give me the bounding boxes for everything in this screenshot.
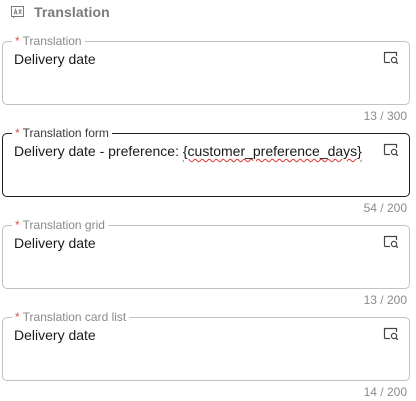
- required-mark: *: [15, 34, 20, 48]
- translation-form-value[interactable]: Delivery date - preference: {customer_pr…: [14, 143, 369, 159]
- translation-grid-value[interactable]: Delivery date: [14, 235, 369, 251]
- required-mark: *: [15, 218, 20, 232]
- translation-card-list-value[interactable]: Delivery date: [14, 327, 369, 343]
- translation-grid-field[interactable]: * Translation grid Delivery date: [2, 218, 410, 289]
- translation-field[interactable]: * Translation Delivery date: [2, 34, 410, 105]
- translation-panel: Translation * Translation Delivery date 1…: [0, 0, 416, 401]
- translation-form-label: * Translation form: [12, 126, 112, 140]
- required-mark: *: [15, 126, 20, 140]
- translation-counter: 13 / 300: [363, 109, 407, 123]
- section-title: Translation: [34, 4, 110, 20]
- translation-card-list-counter: 14 / 200: [363, 385, 407, 399]
- translation-form-counter: 54 / 200: [363, 201, 407, 215]
- translation-grid-counter: 13 / 200: [363, 293, 407, 307]
- search-window-icon[interactable]: [383, 327, 399, 341]
- translation-form-field[interactable]: * Translation form Delivery date - prefer…: [2, 126, 410, 197]
- translation-label: * Translation: [12, 34, 85, 48]
- spellcheck-token: {customer_preference_days}: [182, 143, 362, 159]
- section-header: Translation: [11, 0, 110, 24]
- search-window-icon[interactable]: [383, 235, 399, 249]
- required-mark: *: [15, 310, 20, 324]
- search-window-icon[interactable]: [383, 51, 399, 65]
- translation-card-list-label: * Translation card list: [12, 310, 130, 324]
- translation-value[interactable]: Delivery date: [14, 51, 369, 67]
- translate-icon: [11, 5, 24, 19]
- translation-grid-label: * Translation grid: [12, 218, 108, 232]
- translation-card-list-field[interactable]: * Translation card list Delivery date: [2, 310, 410, 381]
- search-window-icon[interactable]: [383, 143, 399, 157]
